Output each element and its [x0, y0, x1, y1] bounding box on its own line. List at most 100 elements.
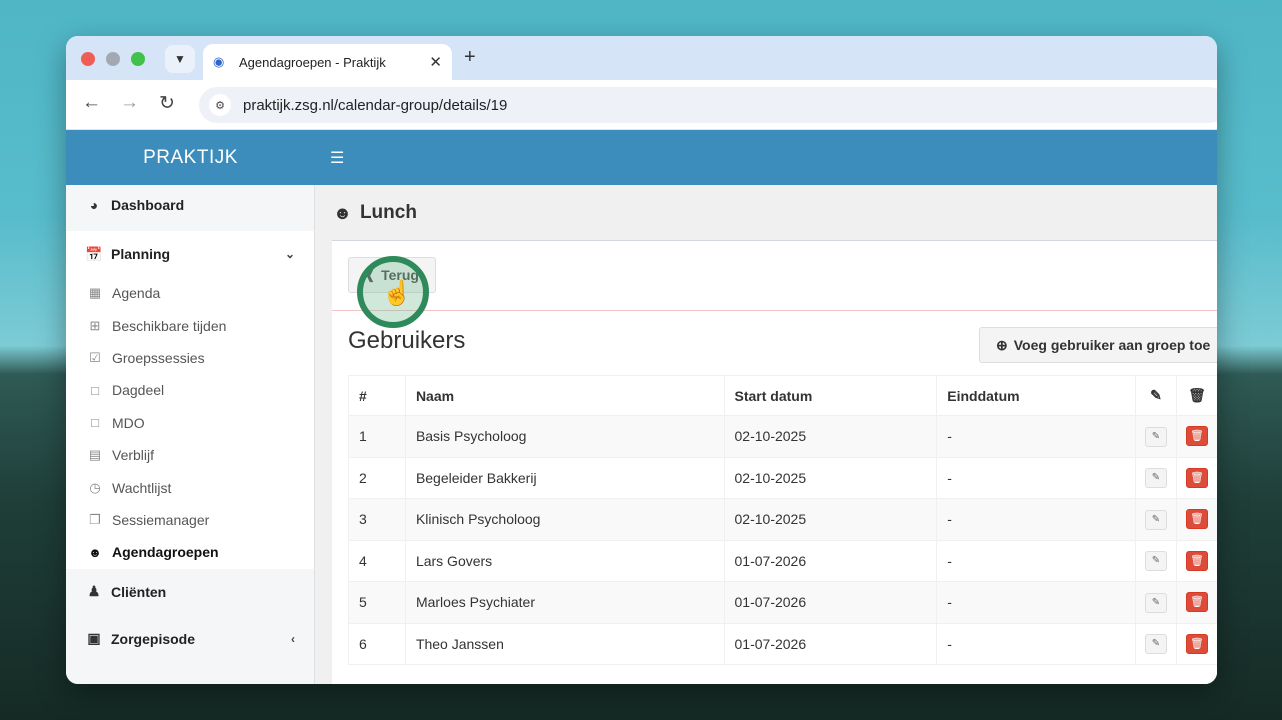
row-naam: Basis Psycholoog — [404, 415, 725, 458]
row-einddatum: - — [936, 539, 1137, 582]
calendar-check-icon: ☑ — [89, 349, 101, 365]
delete-button[interactable]: 🗑 — [1185, 426, 1208, 447]
row-naam: Begeleider Bakkerij — [404, 456, 725, 499]
column-header-einddatum: Einddatum — [936, 375, 1137, 416]
column-header-delete: 🗑 — [1175, 375, 1217, 416]
delete-button[interactable]: 🗑 — [1185, 509, 1208, 530]
table-row: 6 Theo Janssen 01-07-2026 - ✎ 🗑 — [348, 622, 1217, 665]
favicon-icon: ◉ — [213, 54, 225, 69]
table-row: 3 Klinisch Psycholoog 02-10-2025 - ✎ 🗑 — [348, 498, 1217, 541]
sidebar-item-beschikbare-tijden[interactable]: ⊞ Beschikbare tijden — [66, 309, 314, 341]
sidebar-item-label: Agendagroepen — [112, 544, 219, 561]
users-icon: ☻ — [88, 544, 102, 560]
sidebar-item-mdo[interactable]: □ MDO — [66, 407, 314, 439]
edit-button[interactable]: ✎ — [1145, 426, 1167, 447]
row-naam: Theo Janssen — [404, 622, 725, 665]
close-window-button[interactable] — [81, 52, 95, 66]
edit-button[interactable]: ✎ — [1145, 468, 1167, 489]
sidebar-item-label: MDO — [112, 414, 145, 431]
sidebar-item-label: Wachtlijst — [112, 479, 172, 496]
close-tab-icon[interactable]: ✕ — [429, 53, 442, 71]
delete-button[interactable]: 🗑 — [1185, 550, 1208, 571]
sidebar-item-sessiemanager[interactable]: ❐ Sessiemanager — [66, 504, 314, 536]
arrow-circle-left-icon: ❰ — [365, 268, 376, 282]
sidebar-item-label: Planning — [111, 246, 171, 262]
site-settings-icon[interactable]: ⚙ — [209, 94, 231, 116]
sidebar-item-dashboard[interactable]: ◕ Dashboard — [66, 185, 314, 225]
url-field[interactable]: ⚙ praktijk.zsg.nl/calendar-group/details… — [199, 87, 1217, 123]
table-row: 2 Begeleider Bakkerij 02-10-2025 - ✎ 🗑 — [348, 456, 1217, 499]
browser-tab[interactable]: ◉ Agendagroepen - Praktijk ✕ — [203, 44, 452, 80]
sidebar-item-planning[interactable]: 📅 Planning ⌄ — [66, 231, 314, 277]
pencil-icon: ✎ — [1150, 387, 1162, 403]
sidebar-item-dagdeel[interactable]: □ Dagdeel — [66, 374, 314, 406]
menu-toggle-icon[interactable]: ☰ — [330, 148, 344, 168]
delete-button[interactable]: 🗑 — [1185, 592, 1208, 613]
add-user-button-label: Voeg gebruiker aan groep toe — [1013, 337, 1211, 353]
trash-icon: 🗑 — [1188, 387, 1206, 403]
delete-button[interactable]: 🗑 — [1185, 633, 1208, 654]
sidebar-item-label: Cliënten — [111, 583, 167, 600]
row-number: 1 — [348, 415, 406, 458]
row-number: 6 — [348, 622, 406, 665]
calendar-plus-icon: ⊞ — [89, 317, 101, 333]
sidebar-item-verblijf[interactable]: ▤ Verblijf — [66, 439, 314, 471]
sidebar-item-agenda[interactable]: ▦ Agenda — [66, 277, 314, 309]
add-user-button[interactable]: ⊕ Voeg gebruiker aan groep toe — [979, 327, 1217, 363]
row-naam: Klinisch Psycholoog — [404, 498, 725, 541]
sidebar-item-wachtlijst[interactable]: ◷ Wachtlijst — [66, 471, 314, 503]
edit-button[interactable]: ✎ — [1145, 551, 1167, 572]
brand-logo[interactable]: PRAKTIJK — [66, 147, 315, 169]
table-row: 5 Marloes Psychiater 01-07-2026 - ✎ 🗑 — [348, 581, 1217, 624]
sidebar-item-label: Dashboard — [111, 197, 185, 213]
row-number: 2 — [348, 456, 406, 499]
delete-button[interactable]: 🗑 — [1185, 467, 1208, 488]
clock-icon: ◷ — [89, 479, 101, 495]
planning-group: 📅 Planning ⌄ ▦ Agenda ⊞ Beschikbare tijd… — [66, 231, 314, 569]
sidebar: ◕ Dashboard 📅 Planning ⌄ ▦ Agenda ⊞ Besc… — [66, 185, 315, 684]
sidebar-item-label: Sessiemanager — [112, 511, 210, 528]
column-header-number: # — [348, 375, 406, 416]
column-header-edit: ✎ — [1135, 375, 1177, 416]
sidebar-item-label: Dagdeel — [112, 382, 165, 399]
content-box: ❰ Terug ☝ Gebruikers ⊕ Voeg gebruiker aa… — [332, 240, 1217, 684]
forward-arrow-icon[interactable]: → — [120, 92, 139, 114]
reload-icon[interactable]: ↻ — [159, 92, 175, 115]
bed-icon: ▤ — [88, 447, 102, 463]
calendar-icon: □ — [91, 415, 99, 431]
maximize-window-button[interactable] — [131, 52, 145, 66]
row-einddatum: - — [936, 415, 1137, 458]
url-text: praktijk.zsg.nl/calendar-group/details/1… — [243, 96, 508, 114]
user-icon: ♟ — [87, 583, 101, 600]
dashboard-icon: ◕ — [89, 197, 99, 213]
minimize-window-button[interactable] — [106, 52, 120, 66]
row-number: 3 — [348, 498, 406, 541]
chevron-down-icon: ▼ — [174, 52, 186, 66]
edit-button[interactable]: ✎ — [1145, 592, 1167, 613]
sidebar-item-zorgepisode[interactable]: ▣ Zorgepisode ‹ — [66, 615, 314, 663]
edit-button[interactable]: ✎ — [1145, 509, 1167, 530]
tab-title: Agendagroepen - Praktijk — [239, 54, 386, 70]
row-number: 4 — [348, 539, 406, 582]
tab-search-button[interactable]: ▼ — [165, 45, 195, 73]
sidebar-item-label: Groepssessies — [112, 349, 205, 366]
calendar-icon: 📅 — [85, 245, 103, 262]
browser-window: ▼ ◉ Agendagroepen - Praktijk ✕ + ← → ↻ ⚙… — [66, 36, 1217, 684]
back-button[interactable]: ❰ Terug — [348, 257, 436, 293]
section-title: Gebruikers — [348, 327, 466, 354]
edit-button[interactable]: ✎ — [1145, 634, 1167, 655]
box-header: ❰ Terug ☝ — [332, 241, 1217, 328]
page-title: ☻ Lunch — [333, 202, 417, 224]
new-tab-button[interactable]: + — [464, 46, 476, 69]
back-arrow-icon[interactable]: ← — [82, 92, 101, 114]
sidebar-item-groepssessies[interactable]: ☑ Groepssessies — [66, 342, 314, 374]
sidebar-item-agendagroepen[interactable]: ☻ Agendagroepen — [66, 536, 314, 568]
row-naam: Lars Govers — [404, 539, 725, 582]
row-start-datum: 01-07-2026 — [723, 539, 938, 582]
row-start-datum: 02-10-2025 — [723, 456, 938, 499]
sidebar-item-clienten[interactable]: ♟ Cliënten — [66, 569, 314, 615]
copy-icon: ❐ — [89, 511, 101, 527]
sidebar-item-label: Zorgepisode — [111, 630, 196, 647]
row-einddatum: - — [936, 622, 1137, 665]
row-einddatum: - — [936, 456, 1137, 499]
